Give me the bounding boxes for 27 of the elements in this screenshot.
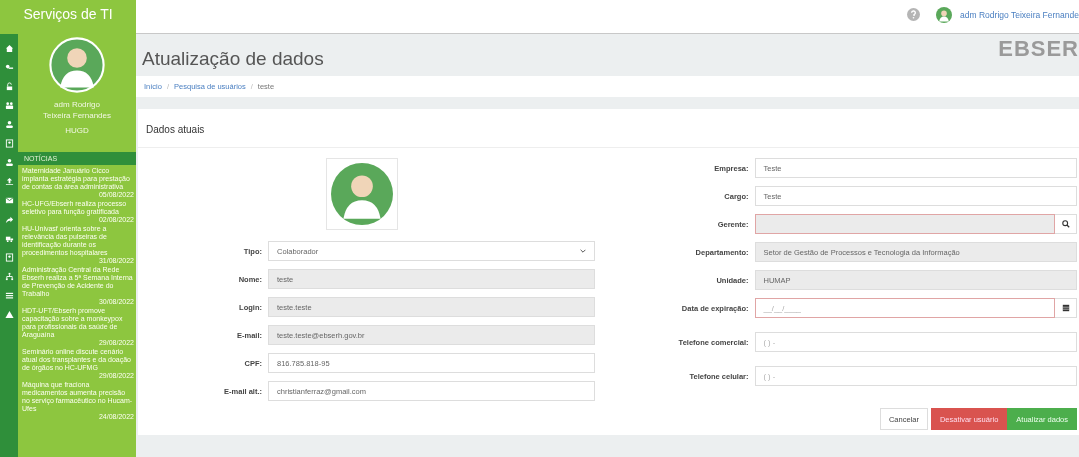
nav-mail-icon[interactable] xyxy=(4,196,14,205)
avatar-silhouette xyxy=(49,37,105,93)
nav-truck-icon[interactable] xyxy=(4,234,14,243)
avatar-silhouette[interactable] xyxy=(936,6,953,23)
nav-unlock-icon[interactable] xyxy=(4,82,14,91)
user-menu-link[interactable]: adm Rodrigo Teixeira Fernande xyxy=(960,9,1079,20)
nav-key-icon[interactable] xyxy=(4,63,14,72)
nav-user-add-icon[interactable] xyxy=(4,158,14,167)
user-name: adm Rodrigo Teixeira Fernandes xyxy=(42,99,112,121)
page-title: Atualização de dados xyxy=(142,48,324,70)
nav-user-icon[interactable] xyxy=(4,120,14,129)
nav-card-icon[interactable] xyxy=(4,139,14,148)
nav-sitemap-icon[interactable] xyxy=(4,272,14,281)
search-button[interactable] xyxy=(1055,214,1077,234)
nav-share-icon[interactable] xyxy=(4,215,14,224)
search-icon xyxy=(1061,220,1070,228)
caret-icon xyxy=(579,249,586,253)
calendar-icon xyxy=(1061,304,1070,312)
logo: EBSER xyxy=(998,36,1079,62)
user-unit: HUGD xyxy=(65,126,89,135)
nav-users-icon[interactable] xyxy=(4,101,14,110)
nav-upload-icon[interactable] xyxy=(4,177,14,186)
card-title: Dados atuais xyxy=(138,109,1079,148)
nav-warning-icon[interactable] xyxy=(4,310,14,319)
calendar-button[interactable] xyxy=(1055,298,1077,318)
nav-home-icon[interactable] xyxy=(4,44,14,53)
nav-list-icon[interactable] xyxy=(4,291,14,300)
